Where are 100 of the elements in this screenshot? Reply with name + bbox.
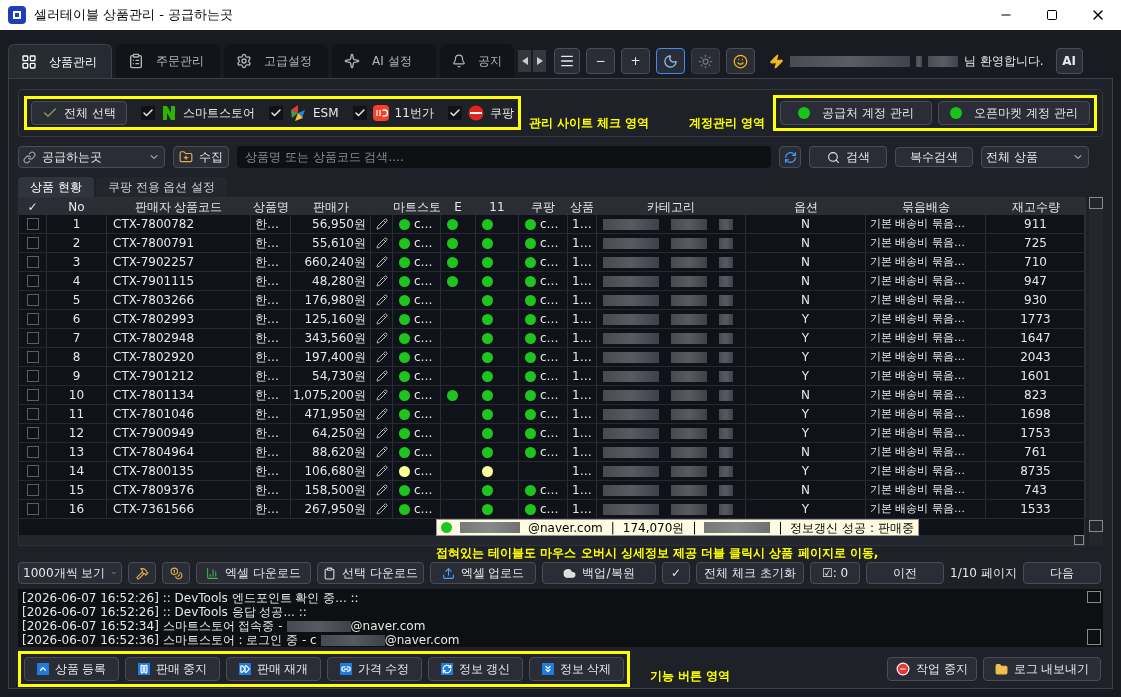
table-cell-text: Y xyxy=(801,463,810,480)
row-checkbox[interactable] xyxy=(26,332,39,344)
next-button[interactable]: 다음 xyxy=(1022,562,1101,584)
smiley-button[interactable] xyxy=(726,48,755,74)
zoom-button[interactable]: + xyxy=(621,48,650,74)
ai-chat-button[interactable]: AI xyxy=(1055,48,1083,74)
row-checkbox[interactable] xyxy=(26,465,39,477)
table-cell-text: CTX-7901212 xyxy=(113,368,195,385)
search-field[interactable]: 상품명 또는 상품코드 검색.... xyxy=(237,146,771,168)
coins-button[interactable] xyxy=(162,562,190,584)
upload-icon xyxy=(441,566,455,580)
row-checkbox[interactable] xyxy=(26,427,39,439)
smiley-icon xyxy=(733,53,748,69)
redacted-text xyxy=(719,503,733,515)
account-button[interactable]: 오픈마켓 계정 관리 xyxy=(938,101,1090,125)
table-cell-text: 1… xyxy=(572,349,592,366)
tab[interactable]: 상품관리 xyxy=(8,44,112,78)
page-size-select[interactable]: 1000개씩 보기 xyxy=(18,562,122,584)
sub-tab[interactable]: 쿠팡 전용 옵션 설정 xyxy=(95,177,228,197)
function-button[interactable]: 정보 삭제 xyxy=(529,657,624,681)
row-checkbox[interactable] xyxy=(26,370,39,382)
row-checkbox[interactable] xyxy=(26,503,39,515)
tab[interactable]: 주문관리 xyxy=(116,44,220,78)
table-cell-text: 6 xyxy=(72,311,81,328)
table-cell-text: 기본 배송비 묶음… xyxy=(870,481,965,498)
table-cell-text: c… xyxy=(414,311,433,328)
log-email: @naver.com xyxy=(350,619,426,633)
pencil-icon xyxy=(375,503,388,515)
tab[interactable]: 공지 xyxy=(440,44,514,78)
row-checkbox[interactable] xyxy=(26,446,39,458)
row-checkbox[interactable] xyxy=(26,313,39,325)
excel-download-button[interactable]: 엑셀 다운로드 xyxy=(196,562,311,584)
supplier-select[interactable]: 공급하는곳 xyxy=(18,146,165,168)
row-checkbox[interactable] xyxy=(26,408,39,420)
left-triangle-icon xyxy=(521,57,528,65)
collect-button[interactable]: 수집 xyxy=(173,146,229,168)
check-button[interactable]: ✓ xyxy=(662,562,690,584)
site-checkbox[interactable] xyxy=(269,106,283,120)
scroll-right-button[interactable] xyxy=(533,50,546,72)
function-button[interactable]: 판매 재개 xyxy=(226,657,321,681)
row-checkbox[interactable] xyxy=(26,351,39,363)
site-checkbox[interactable] xyxy=(447,106,462,120)
tab[interactable]: 고급설정 xyxy=(224,44,328,78)
theme-button[interactable] xyxy=(691,48,720,74)
pencil-icon xyxy=(375,484,388,496)
table-cell-text: 55,610원 xyxy=(312,235,366,252)
function-button[interactable]: 가격 수정 xyxy=(327,657,422,681)
backup-button[interactable]: 백업/복원 xyxy=(542,562,656,584)
table-cell-text: 2 xyxy=(72,235,81,252)
pencil-icon xyxy=(375,389,388,401)
row-checkbox[interactable] xyxy=(26,294,39,306)
prev-button[interactable]: 이전 xyxy=(866,562,944,584)
redacted-text xyxy=(671,389,707,401)
table-cell-text: 911 xyxy=(1024,216,1047,233)
pencil-icon xyxy=(375,237,388,249)
multi-search-button[interactable]: 복수검색 xyxy=(895,147,973,167)
filter-select[interactable]: 전체 상품 xyxy=(981,146,1089,168)
row-checkbox[interactable] xyxy=(26,484,39,496)
excel-upload-button[interactable]: 엑셀 업로드 xyxy=(430,562,536,584)
row-checkbox[interactable] xyxy=(26,275,39,287)
refresh-button[interactable] xyxy=(779,146,801,168)
sub-tab[interactable]: 상품 현황 xyxy=(18,177,94,197)
stop-button[interactable]: 작업 중지 xyxy=(887,657,977,681)
table-cell-text: 2043 xyxy=(1020,349,1051,366)
site-checkbox[interactable] xyxy=(141,106,155,120)
column-header: 11 xyxy=(489,198,505,215)
select-all-button[interactable]: 전체 선택 xyxy=(31,101,127,125)
account-button[interactable]: 공급처 계정 관리 xyxy=(780,101,932,125)
function-button[interactable]: 정보 갱신 xyxy=(428,657,523,681)
theme-button[interactable] xyxy=(656,48,685,74)
table-cell-text: 한… xyxy=(255,463,279,480)
table-cell-text: 한… xyxy=(255,273,279,290)
table-cell-text: c… xyxy=(540,387,559,404)
function-button[interactable]: 상품 등록 xyxy=(24,657,119,681)
menu-button[interactable] xyxy=(554,48,580,74)
row-checkbox[interactable] xyxy=(26,256,39,268)
tab[interactable]: AI 설정 xyxy=(332,44,436,78)
hammer-button[interactable] xyxy=(128,562,156,584)
table-cell-text: c… xyxy=(414,235,433,252)
zoom-button[interactable]: − xyxy=(586,48,615,74)
export-log-button[interactable]: 로그 내보내기 xyxy=(983,657,1101,681)
row-checkbox[interactable] xyxy=(26,389,39,401)
table-cell-text: 한… xyxy=(255,501,279,518)
redacted-text xyxy=(671,218,707,230)
table-cell-text: CTX-7803266 xyxy=(113,292,195,309)
table-cell-text: c… xyxy=(414,444,433,461)
table-cell-text: 1,075,200원 xyxy=(292,387,366,404)
table-cell-text: 10 xyxy=(68,387,85,404)
search-button[interactable]: 검색 xyxy=(809,146,887,168)
row-checkbox[interactable] xyxy=(26,237,39,249)
scroll-left-button[interactable] xyxy=(518,50,531,72)
table-cell-text: N xyxy=(801,292,810,309)
function-button[interactable]: 판매 중지 xyxy=(125,657,220,681)
row-checkbox[interactable] xyxy=(26,218,39,230)
table-cell-text: 1 xyxy=(72,216,81,233)
selected-download-button[interactable]: 선택 다운로드 xyxy=(317,562,424,584)
checked-count-button[interactable]: ☑: 0 xyxy=(810,562,860,584)
table-cell-text: 1… xyxy=(572,501,592,518)
site-checkbox[interactable] xyxy=(352,106,367,120)
reset-checks-button[interactable]: 전체 체크 초기화 xyxy=(696,562,804,584)
